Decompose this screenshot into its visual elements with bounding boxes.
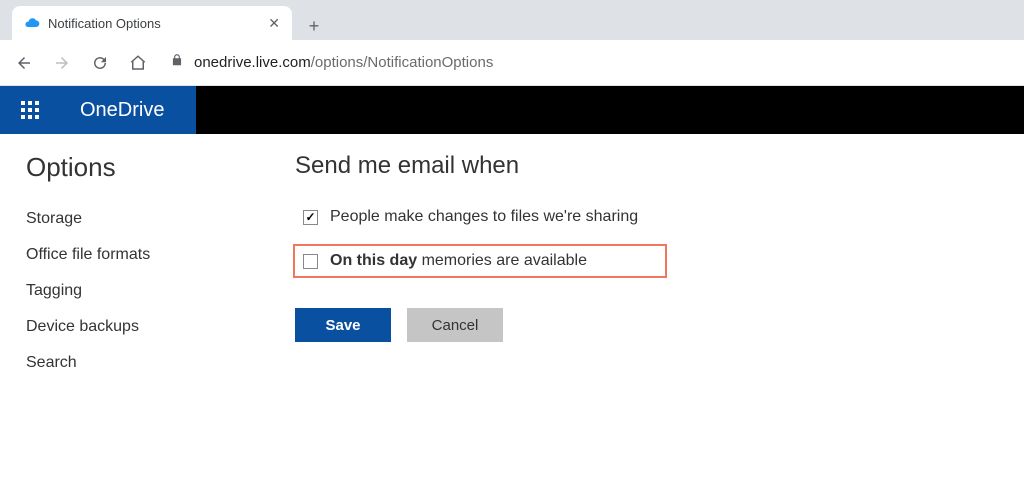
tab-title: Notification Options — [48, 16, 260, 31]
sidebar-item-search[interactable]: Search — [26, 345, 229, 381]
content-area: Options Storage Office file formats Tagg… — [0, 134, 1024, 500]
option-label: People make changes to files we're shari… — [330, 208, 638, 226]
close-icon[interactable]: ✕ — [268, 15, 280, 32]
reload-button[interactable] — [88, 51, 112, 75]
browser-toolbar: onedrive.live.com/options/NotificationOp… — [0, 40, 1024, 86]
checkbox-on-this-day[interactable] — [303, 254, 318, 269]
address-bar[interactable]: onedrive.live.com/options/NotificationOp… — [164, 53, 1012, 72]
checkbox-changes-sharing[interactable] — [303, 210, 318, 225]
browser-chrome: Notification Options ✕ + onedrive.live.c… — [0, 0, 1024, 86]
option-label-rest: memories are available — [417, 252, 587, 269]
save-button[interactable]: Save — [295, 308, 391, 342]
sidebar-item-office-file-formats[interactable]: Office file formats — [26, 237, 229, 273]
url-host: onedrive.live.com — [194, 54, 311, 71]
lock-icon — [170, 53, 184, 72]
back-button[interactable] — [12, 51, 36, 75]
waffle-icon — [21, 101, 39, 119]
forward-button[interactable] — [50, 51, 74, 75]
option-on-this-day: On this day memories are available — [295, 246, 665, 276]
option-changes-sharing: People make changes to files we're shari… — [295, 202, 984, 232]
url-path: /options/NotificationOptions — [311, 54, 494, 71]
option-label-bold: On this day — [330, 252, 417, 269]
sidebar-item-tagging[interactable]: Tagging — [26, 273, 229, 309]
tab-strip: Notification Options ✕ + — [0, 0, 1024, 40]
cloud-icon — [24, 15, 40, 31]
url-text: onedrive.live.com/options/NotificationOp… — [194, 54, 493, 71]
new-tab-button[interactable]: + — [300, 12, 328, 40]
browser-tab[interactable]: Notification Options ✕ — [12, 6, 292, 40]
sidebar: Options Storage Office file formats Tagg… — [0, 134, 255, 500]
app-launcher-button[interactable] — [0, 86, 60, 134]
sidebar-nav: Storage Office file formats Tagging Devi… — [26, 201, 229, 381]
option-label: On this day memories are available — [330, 252, 587, 270]
main-panel: Send me email when People make changes t… — [255, 134, 1024, 500]
main-heading: Send me email when — [295, 152, 984, 180]
brand-label[interactable]: OneDrive — [60, 86, 196, 134]
sidebar-item-storage[interactable]: Storage — [26, 201, 229, 237]
sidebar-heading: Options — [26, 152, 229, 183]
app-header: OneDrive — [0, 86, 1024, 134]
home-button[interactable] — [126, 51, 150, 75]
sidebar-item-device-backups[interactable]: Device backups — [26, 309, 229, 345]
button-row: Save Cancel — [295, 308, 984, 342]
cancel-button[interactable]: Cancel — [407, 308, 503, 342]
header-spacer — [196, 86, 1024, 134]
